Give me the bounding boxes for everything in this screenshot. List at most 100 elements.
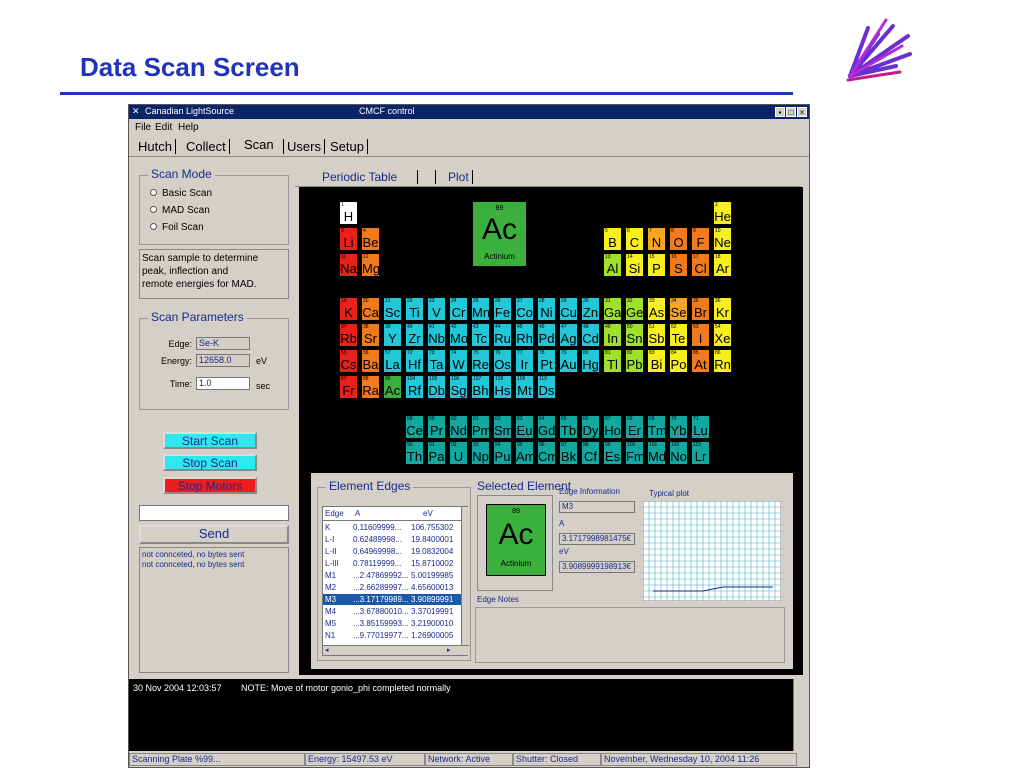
element-kr[interactable]: 36 Kr — [713, 297, 732, 321]
element-lr[interactable]: 103 Lr — [691, 441, 710, 465]
scroll-right-icon[interactable]: ▸ — [447, 646, 451, 654]
element-b[interactable]: 5B — [603, 227, 622, 251]
element-pt[interactable]: 78 Pt — [537, 349, 556, 373]
tab-plot[interactable]: Plot — [435, 170, 473, 184]
element-au[interactable]: 79 Au — [559, 349, 578, 373]
element-pd[interactable]: 46 Pd — [537, 323, 556, 347]
element-ho[interactable]: 67 Ho — [603, 415, 622, 439]
element-c[interactable]: 6C — [625, 227, 644, 251]
element-fe[interactable]: 26 Fe — [493, 297, 512, 321]
element-nd[interactable]: 60 Nd — [449, 415, 468, 439]
element-co[interactable]: 27 Co — [515, 297, 534, 321]
element-er[interactable]: 68 Er — [625, 415, 644, 439]
close-button[interactable]: × — [797, 107, 807, 117]
element-ac[interactable]: 89 Ac — [383, 375, 402, 399]
element-mt[interactable]: 109 Mt — [515, 375, 534, 399]
element-pa[interactable]: 91 Pa — [427, 441, 446, 465]
element-pb[interactable]: 82 Pb — [625, 349, 644, 373]
table-row[interactable]: L-I 0.62489998... 19.8400001 — [323, 534, 461, 545]
element-am[interactable]: 95 Am — [515, 441, 536, 465]
element-v[interactable]: 23 V — [427, 297, 446, 321]
element-cf[interactable]: 98 Cf — [581, 441, 600, 465]
element-at[interactable]: 85 At — [691, 349, 710, 373]
element-cr[interactable]: 24 Cr — [449, 297, 468, 321]
element-al[interactable]: 13 Al — [603, 253, 622, 277]
element-rh[interactable]: 45 Rh — [515, 323, 534, 347]
element-tl[interactable]: 81 Tl — [603, 349, 622, 373]
element-tm[interactable]: 69 Tm — [647, 415, 667, 439]
element-na[interactable]: 11 Na — [339, 253, 358, 277]
element-bi[interactable]: 83 Bi — [647, 349, 666, 373]
edge-field[interactable]: Se-K — [196, 337, 250, 350]
tab-setup[interactable]: Setup — [327, 139, 368, 154]
window-menu-icon[interactable]: ✕ — [132, 106, 140, 117]
edge-info-value[interactable]: M3 — [559, 501, 635, 513]
element-cu[interactable]: 29 Cu — [559, 297, 578, 321]
stop-motors-button[interactable]: Stop Motors — [163, 477, 257, 494]
element-k[interactable]: 19 K — [339, 297, 358, 321]
a-value[interactable]: 3.1717998981475€ — [559, 533, 635, 545]
element-ce[interactable]: 58 Ce — [405, 415, 424, 439]
header-a[interactable]: A — [355, 509, 360, 518]
element-rb[interactable]: 37 Rb — [339, 323, 358, 347]
tab-scan[interactable]: Scan — [241, 137, 277, 152]
element-es[interactable]: 99 Es — [603, 441, 622, 465]
radio-foil-scan[interactable]: Foil Scan — [150, 222, 204, 233]
menu-help[interactable]: Help — [178, 122, 199, 133]
element-ag[interactable]: 47 Ag — [559, 323, 578, 347]
element-cs[interactable]: 55 Cs — [339, 349, 358, 373]
element-sr[interactable]: 38 Sr — [361, 323, 380, 347]
element-db[interactable]: 105 Db — [427, 375, 446, 399]
element-ne[interactable]: 10 Ne — [713, 227, 732, 251]
ev-value[interactable]: 3.9089999198913€ — [559, 561, 635, 573]
element-eu[interactable]: 63 Eu — [515, 415, 534, 439]
table-row[interactable]: L-II 0.64969998... 19.0832004 — [323, 546, 461, 557]
element-re[interactable]: 75 Re — [471, 349, 490, 373]
element-cl[interactable]: 17 Cl — [691, 253, 710, 277]
element-tc[interactable]: 43 Tc — [471, 323, 490, 347]
element-sm[interactable]: 62 Sm — [493, 415, 514, 439]
edge-notes-area[interactable] — [475, 607, 785, 663]
element-dy[interactable]: 66 Dy — [581, 415, 600, 439]
element-br[interactable]: 35 Br — [691, 297, 710, 321]
element-md[interactable]: 101 Md — [647, 441, 666, 465]
element-ra[interactable]: 88 Ra — [361, 375, 380, 399]
time-field[interactable]: 1.0 — [196, 377, 250, 390]
maximize-button[interactable]: □ — [786, 107, 796, 117]
start-scan-button[interactable]: Start Scan — [163, 432, 257, 449]
element-pr[interactable]: 59 Pr — [427, 415, 446, 439]
element-fm[interactable]: 100 Fm — [625, 441, 645, 465]
command-input[interactable] — [139, 505, 289, 521]
element-xe[interactable]: 54 Xe — [713, 323, 732, 347]
element-tb[interactable]: 65 Tb — [559, 415, 578, 439]
send-button[interactable]: Send — [139, 525, 289, 544]
element-ca[interactable]: 20 Ca — [361, 297, 380, 321]
element-rn[interactable]: 86 Rn — [713, 349, 732, 373]
radio-basic-scan[interactable]: Basic Scan — [150, 188, 212, 199]
element-rf[interactable]: 104 Rf — [405, 375, 424, 399]
element-pu[interactable]: 94 Pu — [493, 441, 512, 465]
element-in[interactable]: 49 In — [603, 323, 622, 347]
menu-edit[interactable]: Edit — [155, 122, 172, 133]
tab-hutch[interactable]: Hutch — [135, 139, 176, 154]
window-titlebar[interactable]: ✕ Canadian LightSource CMCF control ▪ □ … — [129, 105, 809, 119]
element-bh[interactable]: 107 Bh — [471, 375, 490, 399]
stop-scan-button[interactable]: Stop Scan — [163, 454, 257, 471]
element-ru[interactable]: 44 Ru — [493, 323, 512, 347]
tab-users[interactable]: Users — [283, 139, 325, 154]
element-ba[interactable]: 56 Ba — [361, 349, 380, 373]
element-sc[interactable]: 21 Sc — [383, 297, 402, 321]
element-ni[interactable]: 28 Ni — [537, 297, 556, 321]
status-scrollbar[interactable] — [793, 679, 809, 751]
menu-file[interactable]: File — [135, 122, 151, 133]
element-sg[interactable]: 106 Sg — [449, 375, 468, 399]
element-y[interactable]: 39 Y — [383, 323, 402, 347]
element-as[interactable]: 33 As — [647, 297, 666, 321]
element-np[interactable]: 93 Np — [471, 441, 490, 465]
header-ev[interactable]: eV — [423, 509, 433, 518]
element-sn[interactable]: 50 Sn — [625, 323, 644, 347]
tab-periodic-table[interactable]: Periodic Table — [319, 170, 419, 184]
table-row[interactable]: K 0.11609999... 106.755302 — [323, 522, 461, 533]
element-s[interactable]: 16 S — [669, 253, 688, 277]
element-fr[interactable]: 87 Fr — [339, 375, 358, 399]
